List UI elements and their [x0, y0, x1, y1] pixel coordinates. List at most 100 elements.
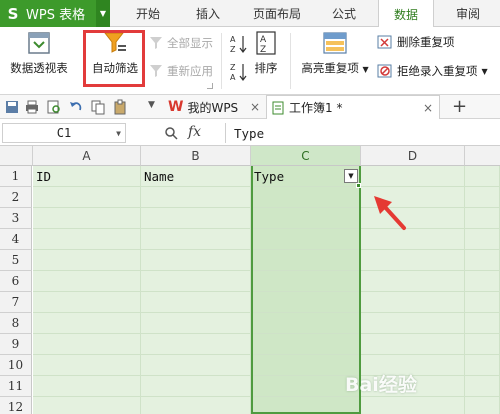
cell-e5[interactable] — [465, 250, 500, 271]
cell-b3[interactable] — [141, 208, 251, 229]
pivot-table-button[interactable]: 数据透视表 — [6, 30, 72, 76]
highlight-duplicates-button[interactable]: 高亮重复项 ▼ — [298, 30, 372, 76]
tab-data[interactable]: 数据 — [378, 0, 434, 28]
doc-tab-my-wps[interactable]: W 我的WPS × — [164, 95, 264, 119]
row-header-4[interactable]: 4 — [0, 229, 32, 250]
row-header-11[interactable]: 11 — [0, 376, 32, 397]
column-header-a[interactable]: A — [33, 146, 141, 166]
close-icon[interactable]: × — [423, 101, 433, 115]
filter-dropdown-button[interactable]: ▼ — [344, 169, 358, 183]
cell-a12[interactable] — [33, 397, 141, 414]
cell-c2[interactable] — [251, 187, 361, 208]
cell-a11[interactable] — [33, 376, 141, 397]
name-box[interactable]: C1 ▼ — [2, 123, 126, 143]
print-icon[interactable] — [24, 99, 40, 115]
select-all-corner[interactable] — [0, 146, 33, 166]
show-all-button[interactable]: 全部显示 — [148, 35, 213, 51]
column-header-b[interactable]: B — [141, 146, 251, 166]
cell-a7[interactable] — [33, 292, 141, 313]
tab-home[interactable]: 开始 — [126, 0, 170, 27]
row-header-2[interactable]: 2 — [0, 187, 32, 208]
cell-c5[interactable] — [251, 250, 361, 271]
sort-desc-button[interactable]: Z A — [229, 61, 249, 83]
chevron-down-icon[interactable]: ▼ — [148, 100, 155, 110]
cell-e8[interactable] — [465, 313, 500, 334]
cell-a3[interactable] — [33, 208, 141, 229]
cell-c9[interactable] — [251, 334, 361, 355]
cell-a1[interactable]: ID — [33, 166, 141, 187]
close-icon[interactable]: × — [250, 100, 260, 114]
cell-a5[interactable] — [33, 250, 141, 271]
row-header-8[interactable]: 8 — [0, 313, 32, 334]
cell-c3[interactable] — [251, 208, 361, 229]
cell-d7[interactable] — [361, 292, 465, 313]
cell-b10[interactable] — [141, 355, 251, 376]
cell-c4[interactable] — [251, 229, 361, 250]
cell-b11[interactable] — [141, 376, 251, 397]
cell-e4[interactable] — [465, 229, 500, 250]
row-header-1[interactable]: 1 — [0, 166, 32, 187]
cell-e6[interactable] — [465, 271, 500, 292]
cell-e2[interactable] — [465, 187, 500, 208]
cell-b9[interactable] — [141, 334, 251, 355]
cell-d9[interactable] — [361, 334, 465, 355]
dialog-launcher-icon[interactable] — [207, 83, 213, 89]
cell-c8[interactable] — [251, 313, 361, 334]
cell-d12[interactable] — [361, 397, 465, 414]
cell-e12[interactable] — [465, 397, 500, 414]
cell-b7[interactable] — [141, 292, 251, 313]
cell-d5[interactable] — [361, 250, 465, 271]
cell-e9[interactable] — [465, 334, 500, 355]
fx-icon[interactable]: fx — [188, 124, 201, 140]
cell-a8[interactable] — [33, 313, 141, 334]
undo-icon[interactable] — [68, 99, 84, 115]
reapply-button[interactable]: 重新应用 — [148, 63, 213, 79]
sort-button[interactable]: A Z 排序 — [252, 30, 280, 76]
chevron-down-icon[interactable]: ▼ — [96, 0, 110, 27]
cell-a6[interactable] — [33, 271, 141, 292]
cell-b2[interactable] — [141, 187, 251, 208]
new-tab-plus-icon[interactable]: + — [452, 96, 467, 117]
app-menu-button[interactable]: S WPS 表格 ▼ — [0, 0, 110, 27]
row-header-3[interactable]: 3 — [0, 208, 32, 229]
cell-a4[interactable] — [33, 229, 141, 250]
reject-duplicates-button[interactable]: 拒绝录入重复项 ▼ — [377, 63, 488, 79]
remove-duplicates-button[interactable]: 删除重复项 — [377, 34, 455, 50]
cell-c12[interactable] — [251, 397, 361, 414]
row-header-5[interactable]: 5 — [0, 250, 32, 271]
tab-page-layout[interactable]: 页面布局 — [246, 0, 308, 27]
tab-formula[interactable]: 公式 — [322, 0, 366, 27]
tab-review[interactable]: 审阅 — [446, 0, 490, 27]
doc-tab-workbook1[interactable]: 工作簿1 * × — [266, 95, 440, 119]
cell-a10[interactable] — [33, 355, 141, 376]
cell-e10[interactable] — [465, 355, 500, 376]
column-header-c[interactable]: C — [251, 146, 361, 166]
save-icon[interactable] — [4, 99, 20, 115]
formula-input[interactable]: Type — [225, 123, 500, 143]
cell-e11[interactable] — [465, 376, 500, 397]
chevron-down-icon[interactable]: ▼ — [116, 129, 121, 138]
cell-e3[interactable] — [465, 208, 500, 229]
cell-d8[interactable] — [361, 313, 465, 334]
cell-b6[interactable] — [141, 271, 251, 292]
row-header-7[interactable]: 7 — [0, 292, 32, 313]
cell-b12[interactable] — [141, 397, 251, 414]
row-header-6[interactable]: 6 — [0, 271, 32, 292]
cell-e7[interactable] — [465, 292, 500, 313]
tab-insert[interactable]: 插入 — [186, 0, 230, 27]
cell-a9[interactable] — [33, 334, 141, 355]
cell-e1[interactable] — [465, 166, 500, 187]
print-preview-icon[interactable] — [46, 99, 62, 115]
row-header-12[interactable]: 12 — [0, 397, 32, 414]
cell-a2[interactable] — [33, 187, 141, 208]
sort-asc-button[interactable]: A Z — [229, 33, 249, 55]
row-header-9[interactable]: 9 — [0, 334, 32, 355]
cell-b8[interactable] — [141, 313, 251, 334]
cell-b5[interactable] — [141, 250, 251, 271]
fill-handle[interactable] — [356, 183, 361, 188]
cell-c6[interactable] — [251, 271, 361, 292]
cell-b1[interactable]: Name — [141, 166, 251, 187]
cell-c7[interactable] — [251, 292, 361, 313]
row-header-10[interactable]: 10 — [0, 355, 32, 376]
cell-d1[interactable] — [361, 166, 465, 187]
